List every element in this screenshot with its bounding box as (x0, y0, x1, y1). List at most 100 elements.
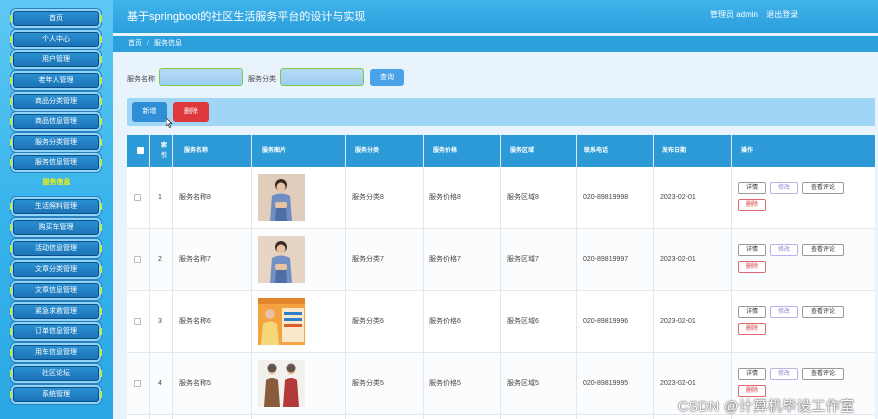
row-delete-button[interactable]: 删除 (738, 199, 766, 211)
top-header: 基于springboot的社区生活服务平台的设计与实现 管理员 admin 退出… (113, 0, 878, 33)
breadcrumb-home[interactable]: 首页 (128, 40, 142, 47)
sidebar-item-article-info[interactable]: 文章信息管理 (10, 283, 102, 298)
sidebar-item-article-category[interactable]: 文章分类管理 (10, 262, 102, 277)
row-checkbox[interactable] (134, 318, 141, 325)
table-row: 2 服务名称7 服务分类7 服务价格7 服务区域7 020-89819997 2… (127, 229, 875, 291)
breadcrumb-separator: / (147, 40, 149, 47)
comments-button[interactable]: 查看评论 (802, 368, 844, 380)
edit-button[interactable]: 修改 (770, 368, 798, 380)
row-name: 服务名称6 (179, 318, 211, 325)
sidebar-item-vehicle[interactable]: 用车信息管理 (10, 345, 102, 360)
row-area: 服务区域6 (507, 318, 539, 325)
sidebar-item-activity[interactable]: 活动信息管理 (10, 241, 102, 256)
sidebar-item-life-care[interactable]: 生活照料管理 (10, 199, 102, 214)
column-divider (251, 135, 252, 419)
search-name-input[interactable] (159, 68, 243, 86)
row-area: 服务区域5 (507, 380, 539, 387)
sidebar-item-elderly[interactable]: 老年人管理 (10, 73, 102, 88)
logout-link[interactable]: 退出登录 (766, 10, 798, 19)
row-phone: 020-89819997 (583, 256, 629, 263)
row-date: 2023-02-01 (660, 256, 696, 263)
sidebar-subitem-service-info[interactable]: 服务信息 (0, 177, 113, 187)
row-checkbox[interactable] (134, 194, 141, 201)
sidebar-item-orders[interactable]: 订单信息管理 (10, 324, 102, 339)
col-area: 服务区域 (510, 148, 535, 154)
service-image (258, 360, 305, 407)
batch-delete-button[interactable]: 删除 (173, 102, 209, 122)
row-phone: 020-89819995 (583, 380, 629, 387)
worker-photo-icon (258, 174, 305, 221)
row-price: 服务价格6 (429, 318, 461, 325)
add-button[interactable]: 新增 (132, 102, 167, 122)
sidebar-item-users[interactable]: 用户管理 (10, 52, 102, 67)
row-category: 服务分类8 (352, 194, 384, 201)
table-row: 1 服务名称8 服务分类8 服务价格8 服务区域8 020-89819998 2… (127, 167, 875, 229)
sidebar-item-emergency[interactable]: 紧急求救管理 (10, 304, 102, 319)
row-price: 服务价格7 (429, 256, 461, 263)
column-divider (731, 135, 732, 419)
edit-button[interactable]: 修改 (770, 182, 798, 194)
sidebar-item-service-info[interactable]: 服务信息管理 (10, 155, 102, 170)
row-index: 4 (158, 380, 162, 387)
column-divider (345, 135, 346, 419)
service-image (258, 236, 305, 283)
row-category: 服务分类6 (352, 318, 384, 325)
row-delete-button[interactable]: 删除 (738, 261, 766, 273)
row-category: 服务分类7 (352, 256, 384, 263)
sidebar-item-profile[interactable]: 个人中心 (10, 32, 102, 47)
edit-button[interactable]: 修改 (770, 306, 798, 318)
sidebar-item-home[interactable]: 首页 (10, 11, 102, 26)
col-index: 索引 (161, 143, 168, 159)
select-all-checkbox[interactable] (137, 147, 144, 154)
mouse-cursor-icon (166, 118, 173, 128)
row-index: 3 (158, 318, 162, 325)
service-table: 索引 服务名称 服务图片 服务分类 服务价格 服务区域 联系电话 发布日期 操作… (127, 135, 875, 419)
sidebar: 首页 个人中心 用户管理 老年人管理 商品分类管理 商品信息管理 服务分类管理 … (0, 0, 113, 419)
sidebar-item-system[interactable]: 系统管理 (10, 387, 102, 402)
comments-button[interactable]: 查看评论 (802, 182, 844, 194)
detail-button[interactable]: 详情 (738, 306, 766, 318)
row-checkbox[interactable] (134, 256, 141, 263)
breadcrumb: 首页 / 服务信息 (113, 36, 878, 52)
row-index: 2 (158, 256, 162, 263)
row-checkbox[interactable] (134, 380, 141, 387)
user-label: 管理员 admin (710, 10, 759, 19)
sidebar-item-product-info[interactable]: 商品信息管理 (10, 114, 102, 129)
col-name: 服务名称 (184, 148, 209, 154)
detail-button[interactable]: 详情 (738, 182, 766, 194)
edit-button[interactable]: 修改 (770, 244, 798, 256)
breadcrumb-current: 服务信息 (153, 40, 182, 47)
worker-photo-icon (258, 236, 305, 283)
row-phone: 020-89819996 (583, 318, 629, 325)
sidebar-item-service-category[interactable]: 服务分类管理 (10, 135, 102, 150)
service-image (258, 298, 305, 345)
row-category: 服务分类5 (352, 380, 384, 387)
site-title: 基于springboot的社区生活服务平台的设计与实现 (127, 11, 366, 23)
comments-button[interactable]: 查看评论 (802, 244, 844, 256)
sidebar-item-cart[interactable]: 购买车管理 (10, 220, 102, 235)
row-name: 服务名称5 (179, 380, 211, 387)
staff-photo-icon (258, 360, 305, 407)
col-phone: 联系电话 (584, 148, 609, 154)
column-divider (149, 135, 150, 419)
col-price: 服务价格 (433, 148, 458, 154)
column-divider (576, 135, 577, 419)
row-date: 2023-02-01 (660, 194, 696, 201)
detail-button[interactable]: 详情 (738, 368, 766, 380)
col-ops: 操作 (741, 148, 754, 154)
row-name: 服务名称7 (179, 256, 211, 263)
sidebar-item-product-category[interactable]: 商品分类管理 (10, 94, 102, 109)
table-row: 3 服务名称6 服务分类6 服务价格6 服务区域6 020-89819996 2… (127, 291, 875, 353)
watermark: CSDN @计算机毕设工作室 (678, 398, 855, 414)
poster-photo-icon (258, 298, 305, 345)
detail-button[interactable]: 详情 (738, 244, 766, 256)
service-image (258, 174, 305, 221)
sidebar-item-forum[interactable]: 社区论坛 (10, 366, 102, 381)
row-price: 服务价格5 (429, 380, 461, 387)
row-delete-button[interactable]: 删除 (738, 323, 766, 335)
row-name: 服务名称8 (179, 194, 211, 201)
comments-button[interactable]: 查看评论 (802, 306, 844, 318)
search-button[interactable]: 查询 (370, 69, 404, 86)
search-category-input[interactable] (280, 68, 364, 86)
col-date: 发布日期 (662, 148, 687, 154)
